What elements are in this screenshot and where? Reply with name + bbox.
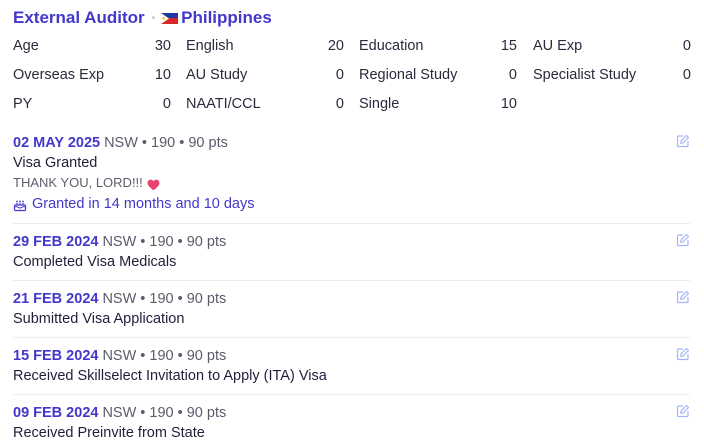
entry-title: Received Skillselect Invitation to Apply… bbox=[13, 368, 327, 384]
edit-icon[interactable] bbox=[676, 404, 690, 418]
points-item-education: Education 15 bbox=[359, 38, 517, 54]
divider bbox=[13, 223, 690, 224]
timeline-entry: 09 FEB 2024 NSW • 190 • 90 pts Received … bbox=[13, 403, 690, 443]
points-item-age: Age 30 bbox=[13, 38, 171, 54]
points-item-au-exp: AU Exp 0 bbox=[533, 38, 691, 54]
points-item-specialist-study: Specialist Study 0 bbox=[533, 67, 691, 83]
points-item-py: PY 0 bbox=[13, 96, 171, 112]
timeline-entry: 29 FEB 2024 NSW • 190 • 90 pts Completed… bbox=[13, 232, 690, 272]
divider bbox=[13, 337, 690, 338]
country-name: Philippines bbox=[181, 8, 272, 27]
timeline-entry: 02 MAY 2025 NSW • 190 • 90 pts Visa Gran… bbox=[13, 133, 690, 215]
cake-icon bbox=[13, 197, 27, 212]
entry-date: 09 FEB 2024 bbox=[13, 405, 99, 421]
profile-header: External Auditor • Philippines bbox=[13, 7, 272, 29]
points-item-single: Single 10 bbox=[359, 96, 517, 112]
points-breakdown: Age 30 English 20 Education 15 AU Exp 0 Over… bbox=[13, 38, 691, 125]
entry-meta: NSW • 190 • 90 pts bbox=[104, 135, 228, 151]
edit-icon[interactable] bbox=[676, 347, 690, 361]
entry-meta: NSW • 190 • 90 pts bbox=[102, 348, 227, 364]
entry-meta: NSW • 190 • 90 pts bbox=[102, 291, 227, 307]
entry-date: 15 FEB 2024 bbox=[13, 348, 99, 364]
timeline-entry: 21 FEB 2024 NSW • 190 • 90 pts Submitted… bbox=[13, 289, 690, 329]
points-item-au-study: AU Study 0 bbox=[186, 67, 344, 83]
entry-title: Submitted Visa Application bbox=[13, 311, 185, 327]
heart-icon bbox=[147, 177, 160, 191]
occupation-title: External Auditor bbox=[13, 8, 145, 27]
points-item-overseas-exp: Overseas Exp 10 bbox=[13, 67, 171, 83]
timeline-entry: 15 FEB 2024 NSW • 190 • 90 pts Received … bbox=[13, 346, 690, 386]
entry-date: 02 MAY 2025 bbox=[13, 135, 101, 151]
points-row: Age 30 English 20 Education 15 AU Exp 0 bbox=[13, 38, 691, 67]
header-separator: • bbox=[151, 12, 156, 24]
entry-title: Completed Visa Medicals bbox=[13, 254, 177, 270]
entry-date: 29 FEB 2024 bbox=[13, 234, 99, 250]
divider bbox=[13, 280, 690, 281]
edit-icon[interactable] bbox=[676, 233, 690, 247]
entry-title: Visa Granted bbox=[13, 155, 98, 171]
points-item-english: English 20 bbox=[186, 38, 344, 54]
points-row: PY 0 NAATI/CCL 0 Single 10 bbox=[13, 96, 690, 125]
points-item-naati-ccl: NAATI/CCL 0 bbox=[186, 96, 344, 112]
entry-title: Received Preinvite from State bbox=[13, 425, 205, 441]
divider bbox=[13, 394, 690, 395]
entry-meta: NSW • 190 • 90 pts bbox=[102, 405, 227, 421]
entry-date: 21 FEB 2024 bbox=[13, 291, 99, 307]
points-row: Overseas Exp 10 AU Study 0 Regional Study 0… bbox=[13, 67, 691, 96]
edit-icon[interactable] bbox=[676, 290, 690, 304]
points-item-regional-study: Regional Study 0 bbox=[359, 67, 517, 83]
entry-note: THANK YOU, LORD!!! bbox=[13, 175, 143, 190]
edit-icon[interactable] bbox=[676, 134, 690, 148]
philippines-flag-icon bbox=[161, 12, 179, 24]
granted-duration: Granted in 14 months and 10 days bbox=[32, 196, 255, 212]
entry-meta: NSW • 190 • 90 pts bbox=[102, 234, 227, 250]
